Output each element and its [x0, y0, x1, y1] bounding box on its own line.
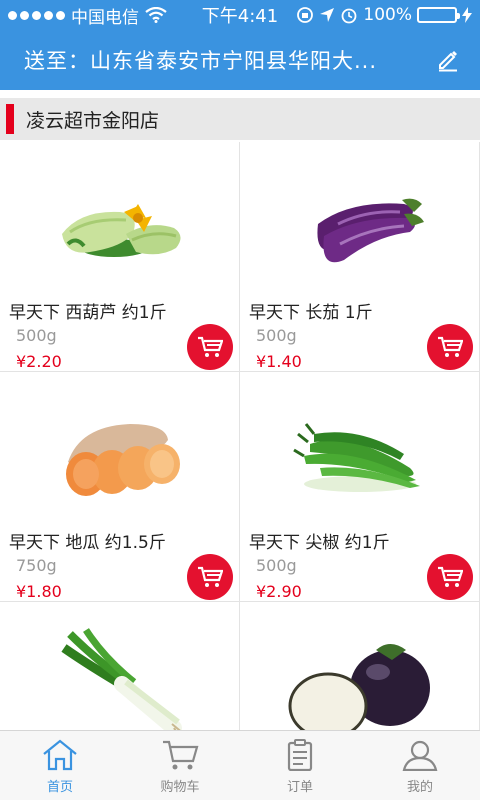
location-arrow-icon — [320, 8, 335, 22]
eggplant-image — [317, 198, 424, 263]
product-card[interactable]: 早天下 地瓜 约1.5斤 750g ¥1.80 — [0, 372, 240, 602]
product-card[interactable] — [240, 602, 480, 730]
tab-cart[interactable]: 购物车 — [120, 731, 240, 800]
product-card[interactable]: 早天下 西葫芦 约1斤 500g ¥2.20 — [0, 142, 240, 372]
tab-label: 首页 — [46, 780, 73, 795]
tab-label: 我的 — [406, 780, 433, 795]
cart-icon — [163, 740, 199, 770]
wifi-icon — [145, 7, 167, 23]
cart-icon — [198, 336, 223, 357]
orientation-lock-icon — [297, 7, 314, 23]
product-name: 早天下 尖椒 约1斤 — [249, 533, 390, 553]
user-icon — [402, 740, 438, 771]
accent-bar — [6, 104, 14, 134]
product-weight: 500g — [256, 326, 297, 345]
product-grid: 早天下 西葫芦 约1斤 500g ¥2.20 早天下 长茄 1斤 500g ¥1… — [0, 142, 480, 730]
store-name: 凌云超市金阳店 — [26, 109, 160, 132]
tab-orders[interactable]: 订单 — [240, 731, 360, 800]
add-to-cart-button[interactable] — [427, 324, 473, 370]
product-name: 早天下 长茄 1斤 — [249, 303, 373, 323]
signal-dots-icon — [8, 10, 65, 20]
product-card[interactable]: 早天下 长茄 1斤 500g ¥1.40 — [240, 142, 480, 372]
scallion-image — [61, 628, 182, 730]
battery-icon — [417, 7, 460, 23]
green-pepper-image — [293, 423, 420, 492]
store-header: 凌云超市金阳店 — [0, 98, 480, 140]
charging-icon — [462, 7, 472, 23]
home-icon — [43, 739, 77, 771]
product-price: ¥2.20 — [16, 352, 62, 371]
alarm-icon — [341, 8, 357, 24]
delivery-address[interactable]: 送至：山东省泰安市宁阳县华阳大... — [24, 45, 432, 75]
product-price: ¥2.90 — [256, 582, 302, 601]
order-list-icon — [287, 739, 313, 771]
product-weight: 500g — [256, 556, 297, 575]
edit-pencil-icon[interactable] — [432, 44, 464, 76]
product-weight: 500g — [16, 326, 57, 345]
add-to-cart-button[interactable] — [187, 324, 233, 370]
cart-icon — [198, 566, 223, 587]
tab-home[interactable]: 首页 — [0, 731, 120, 800]
round-eggplant-image — [288, 644, 430, 730]
sweet-potato-image — [66, 424, 180, 496]
product-price: ¥1.40 — [256, 352, 302, 371]
product-card[interactable] — [0, 602, 240, 730]
carrier-label: 中国电信 — [71, 7, 139, 28]
tab-bar: 首页 购物车 订单 我的 — [0, 730, 480, 800]
product-card[interactable]: 早天下 尖椒 约1斤 500g ¥2.90 — [240, 372, 480, 602]
tab-profile[interactable]: 我的 — [360, 731, 480, 800]
product-name: 早天下 西葫芦 约1斤 — [9, 303, 167, 323]
add-to-cart-button[interactable] — [427, 554, 473, 600]
product-price: ¥1.80 — [16, 582, 62, 601]
tab-label: 购物车 — [160, 780, 200, 795]
tab-label: 订单 — [286, 780, 313, 795]
cart-icon — [438, 566, 463, 587]
zucchini-image — [62, 204, 181, 257]
address-bar[interactable]: 送至：山东省泰安市宁阳县华阳大... — [0, 30, 480, 90]
status-bar: 中国电信 下午4:41 100% — [0, 0, 480, 30]
add-to-cart-button[interactable] — [187, 554, 233, 600]
battery-percent: 100% — [363, 5, 412, 25]
cart-icon — [438, 336, 463, 357]
product-weight: 750g — [16, 556, 57, 575]
product-name: 早天下 地瓜 约1.5斤 — [9, 533, 166, 553]
